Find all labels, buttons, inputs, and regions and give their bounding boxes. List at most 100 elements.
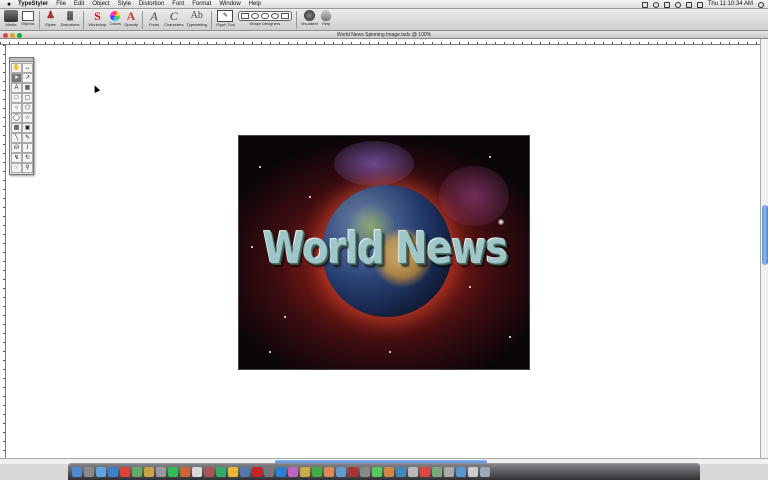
styles-button[interactable]: ♟ Styles (44, 9, 58, 28)
hand-tool-icon[interactable]: ☞ (11, 163, 22, 173)
document-titlebar: World News Spinning Image.tsdx @ 100% (0, 31, 768, 39)
menu-object[interactable]: Object (88, 0, 113, 9)
app-dock-icon[interactable] (276, 467, 286, 477)
pan-tool-icon[interactable]: ✋ (11, 63, 22, 73)
menu-help[interactable]: Help (245, 0, 265, 9)
app-dock-icon[interactable] (216, 467, 226, 477)
text-box-tool-icon[interactable]: ▦ (22, 83, 33, 93)
visualizer-button[interactable]: Visualizer (301, 9, 318, 27)
menu-typestyler[interactable]: TypeStyler (14, 0, 52, 9)
shape-designers-button[interactable]: Shape Designers (237, 9, 292, 27)
app-dock-icon[interactable] (444, 467, 454, 477)
photo-dock-icon[interactable] (180, 467, 190, 477)
app-dock-icon[interactable] (408, 467, 418, 477)
volume-icon[interactable] (685, 1, 692, 8)
app-dock-icon[interactable] (312, 467, 322, 477)
text-tool-icon[interactable]: A (11, 83, 22, 93)
app-dock-icon[interactable] (396, 467, 406, 477)
finder-dock-icon[interactable] (72, 467, 82, 477)
zoom-fit-tool-icon[interactable]: ↔ (22, 63, 33, 73)
menu-bar: ● TypeStyler File Edit Object Style Dist… (0, 0, 768, 9)
trash-dock-icon[interactable] (480, 467, 490, 477)
apple-menu-icon[interactable]: ● (4, 0, 14, 9)
rotate-tool-icon[interactable]: ↻ (22, 153, 33, 163)
bluetooth-icon[interactable] (663, 1, 670, 8)
app-dock-icon[interactable] (228, 467, 238, 477)
world-news-artwork[interactable]: World News (238, 135, 530, 370)
help-button[interactable]: Help (321, 9, 332, 27)
colors-button[interactable]: Colors (109, 9, 121, 27)
eyedropper-tool-icon[interactable]: ↯ (11, 153, 22, 163)
menubar-clock[interactable]: Thu 11:10:34 AM (708, 0, 753, 9)
dashboard-dock-icon[interactable] (84, 467, 94, 477)
app-dock-icon[interactable] (420, 467, 430, 477)
spotlight-icon[interactable] (758, 1, 764, 8)
itunes-dock-icon[interactable] (168, 467, 178, 477)
vertical-scroll-thumb[interactable] (762, 205, 768, 265)
app-dock-icon[interactable] (264, 467, 274, 477)
textedit-dock-icon[interactable] (192, 467, 202, 477)
preview-dock-icon[interactable] (156, 467, 166, 477)
selection-arrow-tool-icon[interactable]: ➤ (11, 73, 22, 83)
rectangle-tool-icon[interactable]: □ (11, 93, 22, 103)
glyph-tool-button[interactable]: ✎ Glyph Tool (216, 9, 235, 28)
mail-dock-icon[interactable] (96, 467, 106, 477)
magnify-tool-icon[interactable]: ⚲ (22, 163, 33, 173)
workshop-button[interactable]: S Workshop (88, 9, 106, 28)
typesetting-button[interactable]: Ab Typesetting (187, 9, 207, 28)
menu-file[interactable]: File (52, 0, 70, 9)
vertical-scrollbar[interactable] (760, 39, 768, 458)
characters-button[interactable]: C Characters (164, 9, 184, 28)
app-dock-icon[interactable] (432, 467, 442, 477)
app-dock-icon[interactable] (372, 467, 382, 477)
oval-tool-icon[interactable]: ○ (11, 103, 22, 113)
pen-tool-icon[interactable]: ✎ (22, 133, 33, 143)
sync-icon[interactable] (652, 1, 659, 8)
wifi-icon[interactable] (674, 1, 681, 8)
frame-tool-icon[interactable]: ▣ (22, 123, 33, 133)
downloads-dock-icon[interactable] (468, 467, 478, 477)
menu-font[interactable]: Font (168, 0, 188, 9)
app-dock-icon[interactable] (360, 467, 370, 477)
rounded-rect-tool-icon[interactable]: ▢ (22, 93, 33, 103)
battery-icon[interactable] (696, 1, 703, 8)
menu-style[interactable]: Style (114, 0, 135, 9)
close-window-button[interactable] (3, 32, 8, 38)
app-dock-icon[interactable] (384, 467, 394, 477)
app-dock-icon[interactable] (456, 467, 466, 477)
tools-palette[interactable]: ✋ ↔ ➤ ↗ A ▦ □ ▢ ○ ⬡ ◯ ☆ ▩ ▣ ╲ ✎ ⛁ ⌇ ↯ ↻ … (9, 57, 34, 175)
app-dock-icon[interactable] (300, 467, 310, 477)
contacts-dock-icon[interactable] (144, 467, 154, 477)
calendar-dock-icon[interactable] (120, 467, 130, 477)
menu-distortion[interactable]: Distortion (135, 0, 168, 9)
menu-format[interactable]: Format (188, 0, 215, 9)
headline-text[interactable]: World News (239, 223, 529, 274)
app-dock-icon[interactable] (240, 467, 250, 477)
fonts-button[interactable]: A Fonts (147, 9, 161, 28)
app-dock-icon[interactable] (324, 467, 334, 477)
menu-window[interactable]: Window (215, 0, 244, 9)
circle-tool-icon[interactable]: ◯ (11, 113, 22, 123)
zoom-window-button[interactable] (17, 32, 22, 38)
app-dock-icon[interactable] (336, 467, 346, 477)
menu-edit[interactable]: Edit (70, 0, 88, 9)
app-dock-icon[interactable] (288, 467, 298, 477)
facetime-dock-icon[interactable] (132, 467, 142, 477)
image-tool-icon[interactable]: ▩ (11, 123, 22, 133)
app-dock-icon[interactable] (252, 467, 262, 477)
line-tool-icon[interactable]: ╲ (11, 133, 22, 143)
objects-button[interactable]: Objects (21, 9, 35, 27)
media-button[interactable]: Media (4, 9, 18, 28)
minimize-window-button[interactable] (10, 32, 15, 38)
typestyler-dock-icon[interactable] (348, 467, 358, 477)
curve-tool-icon[interactable]: ⌇ (22, 143, 33, 153)
display-icon[interactable] (641, 1, 648, 8)
safari-dock-icon[interactable] (108, 467, 118, 477)
app-dock-icon[interactable] (204, 467, 214, 477)
distortions-button[interactable]: ▓ Distortions (61, 9, 80, 28)
crop-tool-icon[interactable]: ⛁ (11, 143, 22, 153)
star-tool-icon[interactable]: ☆ (22, 113, 33, 123)
direct-select-tool-icon[interactable]: ↗ (22, 73, 33, 83)
opacity-button[interactable]: A Opacity (124, 9, 138, 28)
polygon-tool-icon[interactable]: ⬡ (22, 103, 33, 113)
